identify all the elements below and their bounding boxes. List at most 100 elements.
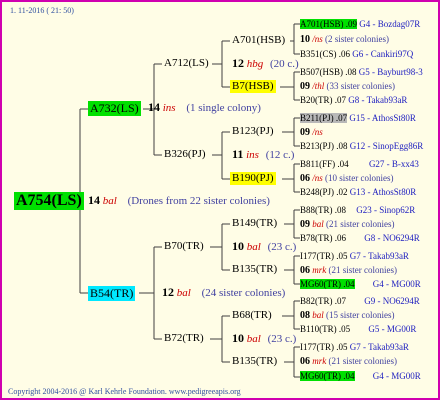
- pedigree-frame: 1. 11-2016 ( 21: 50) A754(LS) A732(LS) 1…: [0, 0, 440, 400]
- right-queen: MG60(TR) .04: [300, 279, 355, 289]
- gen3-queen[interactable]: B68(TR): [232, 309, 272, 322]
- drones-info: 14 bal (Drones from 22 sister colonies): [88, 194, 270, 208]
- right-queen: B82(TR) .07: [300, 296, 346, 306]
- right-row[interactable]: B20(TR) .07 G8 - Takab93aR: [300, 94, 407, 107]
- right-mark: bal: [312, 219, 324, 229]
- right-row[interactable]: B213(PJ) .08 G12 - SinopEgg86R: [300, 140, 423, 153]
- right-row: 09 /thl (33 sister colonies): [300, 80, 395, 93]
- right-queen: B811(FF) .04: [300, 159, 349, 169]
- right-queen: B351(CS) .06: [300, 49, 351, 59]
- right-lineage: G9 - NO6294R: [364, 296, 420, 306]
- right-queen: B20(TR) .07: [300, 95, 346, 105]
- gen2-year: 10: [232, 331, 244, 345]
- right-row[interactable]: B248(PJ) .02 G13 - AthosSt80R: [300, 186, 416, 199]
- gen3-queen[interactable]: B190(PJ): [230, 172, 276, 185]
- right-queen: B88(TR) .08: [300, 205, 346, 215]
- right-lineage: G8 - NO6294R: [364, 233, 420, 243]
- right-mark: /ns: [312, 127, 323, 137]
- right-row[interactable]: I177(TR) .05 G7 - Takab93aR: [300, 250, 409, 263]
- drones-mark: bal: [102, 195, 117, 207]
- right-queen: B507(HSB) .08: [300, 67, 357, 77]
- gen3-queen[interactable]: A701(HSB): [232, 34, 285, 47]
- right-row[interactable]: B507(HSB) .08 G5 - Bayburt98-3: [300, 66, 423, 79]
- right-row[interactable]: B811(FF) .04 G27 - B-xx43: [300, 158, 419, 171]
- right-row: 08 bal (15 sister colonies): [300, 309, 395, 322]
- right-lineage: G4 - MG00R: [372, 279, 421, 289]
- right-row[interactable]: A701(HSB) .09 G4 - Bozdag07R: [300, 18, 420, 31]
- right-queen: MG60(TR) .04: [300, 371, 355, 381]
- gen2-drone-info: 10 bal (23 c.): [232, 240, 296, 254]
- right-row[interactable]: I177(TR) .05 G7 - Takab93aR: [300, 341, 409, 354]
- gen1-top-info: 14 ins (1 single colony): [148, 101, 261, 115]
- right-row[interactable]: B78(TR) .06 G8 - NO6294R: [300, 232, 420, 245]
- gen1-bot-info: 12 bal (24 sister colonies): [162, 286, 285, 300]
- right-row[interactable]: MG60(TR) .04 G4 - MG00R: [300, 278, 421, 291]
- right-year: 10: [300, 34, 310, 45]
- right-row[interactable]: B88(TR) .08 G23 - Sinop62R: [300, 204, 415, 217]
- right-lineage: G7 - Takab93aR: [349, 342, 409, 352]
- gen2-note: (23 c.): [267, 241, 297, 253]
- gen2-queen[interactable]: B72(TR): [164, 332, 204, 345]
- right-note: (10 sister colonies): [325, 173, 394, 183]
- right-year: 06: [300, 265, 310, 276]
- right-year: 06: [300, 356, 310, 367]
- right-note: (21 sister colonies): [328, 265, 397, 275]
- gen1-top-mark: ins: [162, 102, 176, 114]
- right-row[interactable]: B351(CS) .06 G6 - Cankiri97Q: [300, 48, 413, 61]
- right-lineage: G5 - MG00R: [368, 324, 417, 334]
- right-row[interactable]: B110(TR) .05 G5 - MG00R: [300, 323, 416, 336]
- copyright-footer: Copyright 2004-2016 @ Karl Kehrle Founda…: [8, 387, 241, 396]
- root-queen[interactable]: A754(LS): [14, 192, 84, 210]
- mother-queen[interactable]: A732(LS): [88, 101, 141, 116]
- gen2-queen[interactable]: A712(LS): [164, 57, 209, 70]
- right-note: (2 sister colonies): [325, 34, 389, 44]
- right-row: 06 mrk (21 sister colonies): [300, 355, 397, 368]
- gen2-queen[interactable]: B326(PJ): [164, 148, 206, 161]
- right-mark: /ns: [312, 34, 323, 44]
- gen3-queen[interactable]: B149(TR): [232, 217, 277, 230]
- right-queen: I177(TR) .05: [300, 342, 348, 352]
- right-lineage: G4 - Bozdag07R: [359, 19, 421, 29]
- gen2-year: 12: [232, 56, 244, 70]
- gen2-note: (20 c.): [270, 58, 299, 70]
- right-row[interactable]: B82(TR) .07 G9 - NO6294R: [300, 295, 420, 308]
- gen3-queen[interactable]: B135(TR): [232, 355, 277, 368]
- right-note: (15 sister colonies): [326, 310, 395, 320]
- gen3-queen[interactable]: B7(HSB): [230, 80, 276, 93]
- right-year: 08: [300, 310, 310, 321]
- right-mark: /ns: [312, 173, 323, 183]
- right-mark: mrk: [312, 356, 327, 366]
- right-lineage: G27 - B-xx43: [368, 159, 419, 169]
- right-mark: mrk: [312, 265, 327, 275]
- gen2-mark: ins: [246, 149, 259, 161]
- drones-year: 14: [88, 193, 100, 207]
- right-lineage: G13 - AthosSt80R: [349, 187, 417, 197]
- right-row: 06 /ns (10 sister colonies): [300, 172, 394, 185]
- gen3-queen[interactable]: B123(PJ): [232, 125, 274, 138]
- gen2-drone-info: 11 ins (12 c.): [232, 148, 294, 162]
- right-row[interactable]: MG60(TR) .04 G4 - MG00R: [300, 370, 421, 383]
- right-lineage: G5 - Bayburt98-3: [358, 67, 423, 77]
- right-year: 09: [300, 81, 310, 92]
- right-note: (21 sister colonies): [328, 356, 397, 366]
- right-mark: bal: [312, 310, 324, 320]
- gen2-year: 10: [232, 239, 244, 253]
- gen1-top-note: (1 single colony): [186, 102, 261, 114]
- right-queen: B248(PJ) .02: [300, 187, 348, 197]
- gen3-queen[interactable]: B135(TR): [232, 263, 277, 276]
- gen2-drone-info: 12 hbg (20 c.): [232, 57, 299, 71]
- right-lineage: G7 - Takab93aR: [349, 251, 409, 261]
- gen1-bot-year: 12: [162, 285, 174, 299]
- right-queen: B213(PJ) .08: [300, 141, 348, 151]
- gen2-queen[interactable]: B70(TR): [164, 240, 204, 253]
- gen2-mark: bal: [246, 241, 261, 253]
- right-lineage: G12 - SinopEgg86R: [349, 141, 424, 151]
- right-queen: B78(TR) .06: [300, 233, 346, 243]
- right-row[interactable]: B211(PJ) .07 G15 - AthosSt80R: [300, 112, 416, 125]
- father-queen[interactable]: B54(TR): [88, 286, 136, 301]
- right-note: (21 sister colonies): [326, 219, 395, 229]
- gen2-mark: bal: [246, 333, 261, 345]
- right-row: 06 mrk (21 sister colonies): [300, 264, 397, 277]
- gen2-drone-info: 10 bal (23 c.): [232, 332, 296, 346]
- right-row: 10 /ns (2 sister colonies): [300, 33, 389, 46]
